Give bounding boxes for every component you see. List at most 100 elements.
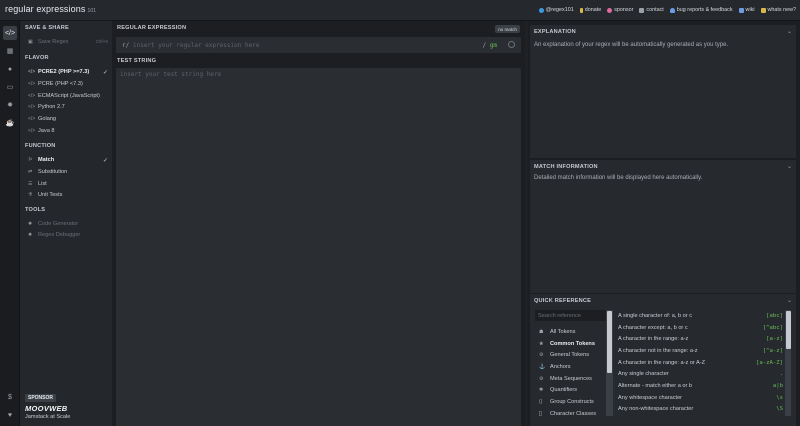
regex-box: r/ / gm [116, 37, 521, 53]
twitter-link[interactable]: @regex101 [538, 7, 574, 13]
category-label: Common Tokens [550, 340, 595, 347]
category-label: Group Constructs [550, 398, 594, 405]
tool-regex-debugger[interactable]: ✹ Regex Debugger [28, 230, 108, 240]
function-match[interactable]: ⚐ Match ✓ [28, 155, 108, 165]
reference-desc: Any single character [618, 370, 669, 377]
categories-scrollbar[interactable] [606, 310, 613, 416]
explanation-text: An explanation of your regex will be aut… [534, 42, 729, 48]
library-icon[interactable]: ▦ [3, 44, 17, 58]
book-icon [738, 7, 744, 13]
reference-item[interactable]: A character not in the range: a-z [^a-z] [618, 345, 783, 356]
flavor-ecmascript[interactable]: </> ECMAScript (JavaScript) [28, 91, 108, 101]
code-icon[interactable]: </> [3, 26, 17, 40]
function-list[interactable]: ☰ List [28, 179, 108, 189]
twitter-link-label: @regex101 [545, 7, 574, 13]
categories-scrollbar-thumb[interactable] [607, 311, 612, 373]
reference-item[interactable]: A character except: a, b or c [^abc] [618, 322, 783, 333]
dollar-icon[interactable]: $ [3, 390, 17, 404]
coffee-icon[interactable]: ☕ [3, 116, 17, 130]
chevron-down-icon[interactable]: ⌄ [787, 163, 792, 170]
category-common-tokens[interactable]: ★Common Tokens✓ [535, 338, 615, 349]
reference-item[interactable]: Alternate - match either a or b a|b [618, 380, 783, 391]
code-icon: </> [28, 69, 36, 75]
chat-icon[interactable]: ▭ [3, 80, 17, 94]
save-regex-button[interactable]: ▣ Save Regex ctrl+s [28, 37, 108, 47]
reference-item[interactable]: A character in the range: a-z or A-Z [a-z… [618, 357, 783, 368]
flavor-golang[interactable]: </> Golang [28, 114, 108, 124]
match-info-header[interactable]: MATCH INFORMATION [530, 160, 796, 174]
whats-new-link-label: whats new? [767, 7, 796, 13]
sidebar: SAVE & SHARE ▣ Save Regex ctrl+s FLAVOR … [20, 21, 112, 426]
flavor-pcre2[interactable]: </> PCRE2 (PHP >=7.3) ✓ [28, 67, 108, 77]
wiki-link[interactable]: wiki [738, 7, 755, 13]
category-all-tokens[interactable]: ☗ All Tokens [535, 326, 615, 337]
reference-scrollbar[interactable] [785, 310, 791, 416]
chevron-down-icon[interactable]: ⌄ [787, 28, 792, 35]
chevron-down-icon[interactable]: ⌄ [787, 297, 792, 304]
code-icon: </> [28, 81, 36, 87]
parens-icon: () [539, 398, 543, 405]
sponsor-badge: SPONSOR [25, 394, 57, 402]
list-icon: ☰ [28, 181, 33, 187]
reference-token: . [779, 370, 783, 377]
top-bar: regular expressions 101 @regex101 donate … [0, 0, 800, 21]
reference-scrollbar-thumb[interactable] [785, 311, 791, 349]
brackets-icon: [] [539, 410, 542, 417]
function-unit-tests[interactable]: ⚗ Unit Tests [28, 190, 108, 200]
regex-flags[interactable]: / gm [483, 42, 497, 49]
test-string-input[interactable] [116, 68, 521, 426]
category-label: General Tokens [550, 351, 590, 358]
app-logo[interactable]: regular expressions 101 [5, 4, 96, 14]
reference-item[interactable]: Any whitespace character \s [618, 392, 783, 403]
logo-text: regular expressions [5, 4, 86, 14]
reference-token: [abc] [766, 312, 783, 319]
category-group-constructs[interactable]: () Group Constructs [535, 396, 615, 407]
reference-search-input[interactable] [535, 310, 611, 321]
category-meta-sequences[interactable]: ⚙ Meta Sequences [535, 373, 615, 384]
explanation-panel: EXPLANATION ⌄ An explanation of your reg… [530, 25, 796, 158]
heart-icon[interactable]: ♥ [3, 408, 17, 422]
bug-icon [669, 7, 675, 13]
category-anchors[interactable]: ⚓ Anchors [535, 361, 615, 372]
donate-link[interactable]: donate [579, 7, 602, 13]
category-character-classes[interactable]: [] Character Classes [535, 408, 615, 419]
reference-item[interactable]: Any non-whitespace character \S [618, 403, 783, 414]
save-share-title: SAVE & SHARE [25, 25, 69, 31]
substitution-icon: ⇄ [28, 169, 33, 175]
contact-link[interactable]: contact [639, 7, 664, 13]
dollar-icon [579, 7, 583, 13]
copy-icon[interactable] [508, 41, 515, 48]
flavor-python[interactable]: </> Python 2.7 [28, 102, 108, 112]
bug-reports-link[interactable]: bug reports & feedback [669, 7, 733, 13]
tool-label: Code Generator [38, 221, 79, 227]
category-quantifiers[interactable]: ✱ Quantifiers [535, 384, 615, 395]
code-icon: </> [28, 116, 36, 122]
explanation-header[interactable]: EXPLANATION [530, 25, 796, 39]
star-icon: ★ [539, 340, 544, 347]
reference-token: [a-zA-Z] [756, 359, 783, 366]
quick-reference-header[interactable]: QUICK REFERENCE [530, 294, 796, 308]
donate-link-label: donate [584, 7, 602, 13]
gear-icon[interactable]: ✹ [3, 98, 17, 112]
sponsor-logo[interactable]: MOOVWEB [25, 404, 68, 413]
reference-token: a|b [772, 382, 783, 389]
flavor-java[interactable]: </> Java 8 [28, 126, 108, 136]
regex-input[interactable] [133, 40, 473, 50]
whats-new-link[interactable]: whats new? [760, 7, 796, 13]
tool-code-generator[interactable]: ✹ Code Generator [28, 219, 108, 229]
function-label: Unit Tests [38, 192, 63, 198]
flavor-label: ECMAScript (JavaScript) [38, 93, 100, 99]
reference-item[interactable]: A character in the range: a-z [a-z] [618, 333, 783, 344]
reference-item[interactable]: A single character of: a, b or c [abc] [618, 310, 783, 321]
reference-desc: A character not in the range: a-z [618, 347, 698, 354]
sponsor-text[interactable]: Jamstack at Scale [25, 414, 70, 420]
function-substitution[interactable]: ⇄ Substitution [28, 167, 108, 177]
reference-desc: Any whitespace character [618, 394, 683, 401]
sponsor-link[interactable]: sponsor [607, 7, 633, 13]
reference-item[interactable]: Any single character. [618, 368, 783, 379]
save-icon: ▣ [28, 39, 33, 45]
gear-icon: ⚙ [539, 351, 544, 358]
user-icon[interactable]: ● [3, 62, 17, 76]
category-general-tokens[interactable]: ⚙ General Tokens [535, 349, 615, 360]
flavor-pcre[interactable]: </> PCRE (PHP <7.3) [28, 79, 108, 89]
